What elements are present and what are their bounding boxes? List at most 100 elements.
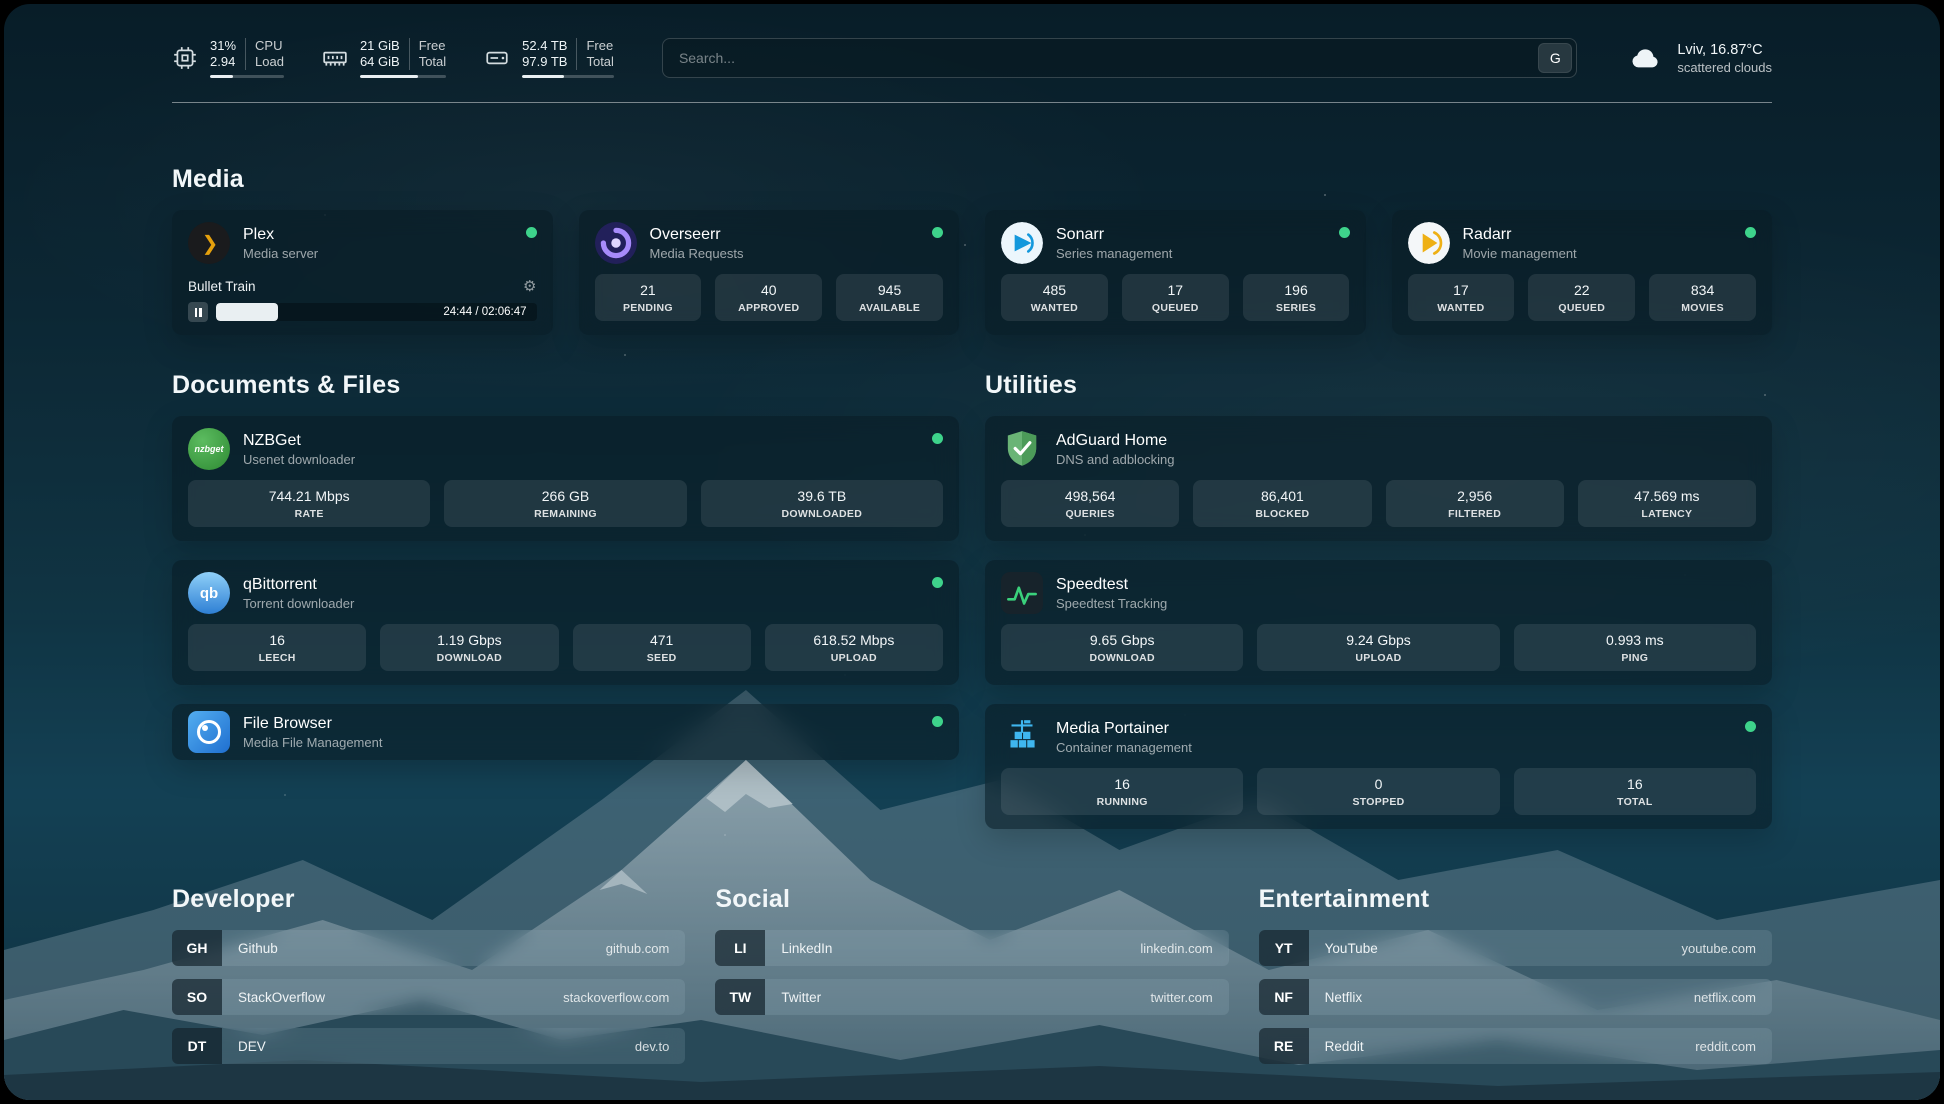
section-title-media: Media	[172, 165, 1772, 194]
service-desc: Speedtest Tracking	[1056, 596, 1756, 611]
bookmark-linkedin[interactable]: LI LinkedIn linkedin.com	[715, 930, 1228, 966]
service-card-speedtest[interactable]: Speedtest Speedtest Tracking 9.65 GbpsDO…	[985, 560, 1772, 685]
service-card-overseerr[interactable]: Overseerr Media Requests 21PENDING 40APP…	[579, 210, 960, 335]
bookmark-stackoverflow[interactable]: SO StackOverflow stackoverflow.com	[172, 979, 685, 1015]
stat-approved: 40APPROVED	[715, 274, 822, 321]
bookmark-url: netflix.com	[1694, 979, 1772, 1015]
service-card-qbittorrent[interactable]: qb qBittorrent Torrent downloader 16LEEC…	[172, 560, 959, 685]
status-dot	[1745, 227, 1756, 238]
service-name: File Browser	[243, 714, 919, 733]
service-card-sonarr[interactable]: Sonarr Series management 485WANTED 17QUE…	[985, 210, 1366, 335]
bookmark-url: reddit.com	[1695, 1028, 1772, 1064]
playback-progress-bar: 24:44 / 02:06:47	[216, 303, 537, 321]
section-title-social: Social	[715, 885, 1228, 914]
stat-upload: 9.24 GbpsUPLOAD	[1257, 624, 1499, 671]
service-name: qBittorrent	[243, 575, 919, 594]
memory-free-label: Free	[419, 38, 446, 54]
disk-total-label: Total	[586, 54, 613, 70]
search-input[interactable]	[662, 38, 1577, 78]
bookmark-name: LinkedIn	[765, 930, 1140, 966]
bookmark-abbr: SO	[172, 979, 222, 1015]
service-desc: Container management	[1056, 740, 1732, 755]
stat-pending: 21PENDING	[595, 274, 702, 321]
disk-usage-bar	[522, 75, 614, 78]
weather-location: Lviv, 16.87°C	[1677, 42, 1772, 58]
playback-time: 24:44 / 02:06:47	[443, 306, 526, 318]
service-desc: Media File Management	[243, 735, 919, 750]
status-dot	[1745, 721, 1756, 732]
search-provider-button[interactable]: G	[1538, 43, 1572, 73]
filebrowser-icon	[188, 711, 230, 753]
stat-queries: 498,564QUERIES	[1001, 480, 1179, 527]
bookmark-dev[interactable]: DT DEV dev.to	[172, 1028, 685, 1064]
status-dot	[932, 433, 943, 444]
bookmark-youtube[interactable]: YT YouTube youtube.com	[1259, 930, 1772, 966]
service-name: Speedtest	[1056, 575, 1756, 594]
speedtest-icon	[1001, 572, 1043, 614]
widget-settings-gear-icon[interactable]: ⚙	[523, 279, 536, 294]
disk-icon	[484, 45, 510, 71]
disk-widget: 52.4 TB97.9 TB FreeTotal	[484, 38, 614, 78]
stat-wanted: 17WANTED	[1408, 274, 1515, 321]
service-desc: Torrent downloader	[243, 596, 919, 611]
bookmark-name: StackOverflow	[222, 979, 563, 1015]
stat-queued: 17QUEUED	[1122, 274, 1229, 321]
bookmark-name: Netflix	[1309, 979, 1694, 1015]
nzbget-icon: nzbget	[188, 428, 230, 470]
service-card-portainer[interactable]: Media Portainer Container management 16R…	[985, 704, 1772, 829]
qbittorrent-icon: qb	[188, 572, 230, 614]
bookmark-abbr: DT	[172, 1028, 222, 1064]
service-card-adguard[interactable]: AdGuard Home DNS and adblocking 498,564Q…	[985, 416, 1772, 541]
status-dot	[932, 577, 943, 588]
section-title-documents: Documents & Files	[172, 371, 959, 400]
service-card-radarr[interactable]: Radarr Movie management 17WANTED 22QUEUE…	[1392, 210, 1773, 335]
bookmark-url: github.com	[606, 930, 686, 966]
stat-rate: 744.21 MbpsRATE	[188, 480, 430, 527]
stat-queued: 22QUEUED	[1528, 274, 1635, 321]
stat-download: 9.65 GbpsDOWNLOAD	[1001, 624, 1243, 671]
system-resources: 31%2.94 CPULoad 21 GiB64 GiB FreeTotal	[172, 38, 614, 78]
bookmark-abbr: NF	[1259, 979, 1309, 1015]
memory-free: 21 GiB	[360, 38, 400, 54]
stat-latency: 47.569 msLATENCY	[1578, 480, 1756, 527]
cpu-usage-bar	[210, 75, 284, 78]
bookmark-url: dev.to	[635, 1028, 685, 1064]
stat-stopped: 0STOPPED	[1257, 768, 1499, 815]
header-divider	[172, 102, 1772, 103]
stat-download: 1.19 GbpsDOWNLOAD	[380, 624, 558, 671]
service-name: Plex	[243, 225, 513, 244]
service-card-nzbget[interactable]: nzbget NZBGet Usenet downloader 744.21 M…	[172, 416, 959, 541]
bookmark-group-social: Social LI LinkedIn linkedin.com TW Twitt…	[715, 885, 1228, 1064]
disk-free: 52.4 TB	[522, 38, 567, 54]
service-desc: Media Requests	[650, 246, 920, 261]
bookmark-reddit[interactable]: RE Reddit reddit.com	[1259, 1028, 1772, 1064]
service-card-plex[interactable]: ❯ Plex Media server Bullet Train ⚙	[172, 210, 553, 335]
cpu-label: CPU	[255, 38, 284, 54]
stat-ping: 0.993 msPING	[1514, 624, 1756, 671]
stat-series: 196SERIES	[1243, 274, 1350, 321]
cpu-load-label: Load	[255, 54, 284, 70]
service-name: Media Portainer	[1056, 719, 1732, 738]
service-desc: Usenet downloader	[243, 452, 919, 467]
pause-button[interactable]	[188, 302, 208, 322]
service-card-filebrowser[interactable]: File Browser Media File Management	[172, 704, 959, 760]
bookmark-url: stackoverflow.com	[563, 979, 685, 1015]
bookmark-github[interactable]: GH Github github.com	[172, 930, 685, 966]
bookmark-twitter[interactable]: TW Twitter twitter.com	[715, 979, 1228, 1015]
bookmark-name: DEV	[222, 1028, 635, 1064]
memory-usage-bar	[360, 75, 446, 78]
stat-available: 945AVAILABLE	[836, 274, 943, 321]
stat-total: 16TOTAL	[1514, 768, 1756, 815]
stat-running: 16RUNNING	[1001, 768, 1243, 815]
memory-total-label: Total	[419, 54, 446, 70]
section-title-entertainment: Entertainment	[1259, 885, 1772, 914]
stat-movies: 834MOVIES	[1649, 274, 1756, 321]
stat-filtered: 2,956FILTERED	[1386, 480, 1564, 527]
memory-total: 64 GiB	[360, 54, 400, 70]
bookmark-name: YouTube	[1309, 930, 1682, 966]
portainer-icon	[1001, 716, 1043, 758]
service-desc: Movie management	[1463, 246, 1733, 261]
bookmark-netflix[interactable]: NF Netflix netflix.com	[1259, 979, 1772, 1015]
service-name: Overseerr	[650, 225, 920, 244]
stat-downloaded: 39.6 TBDOWNLOADED	[701, 480, 943, 527]
